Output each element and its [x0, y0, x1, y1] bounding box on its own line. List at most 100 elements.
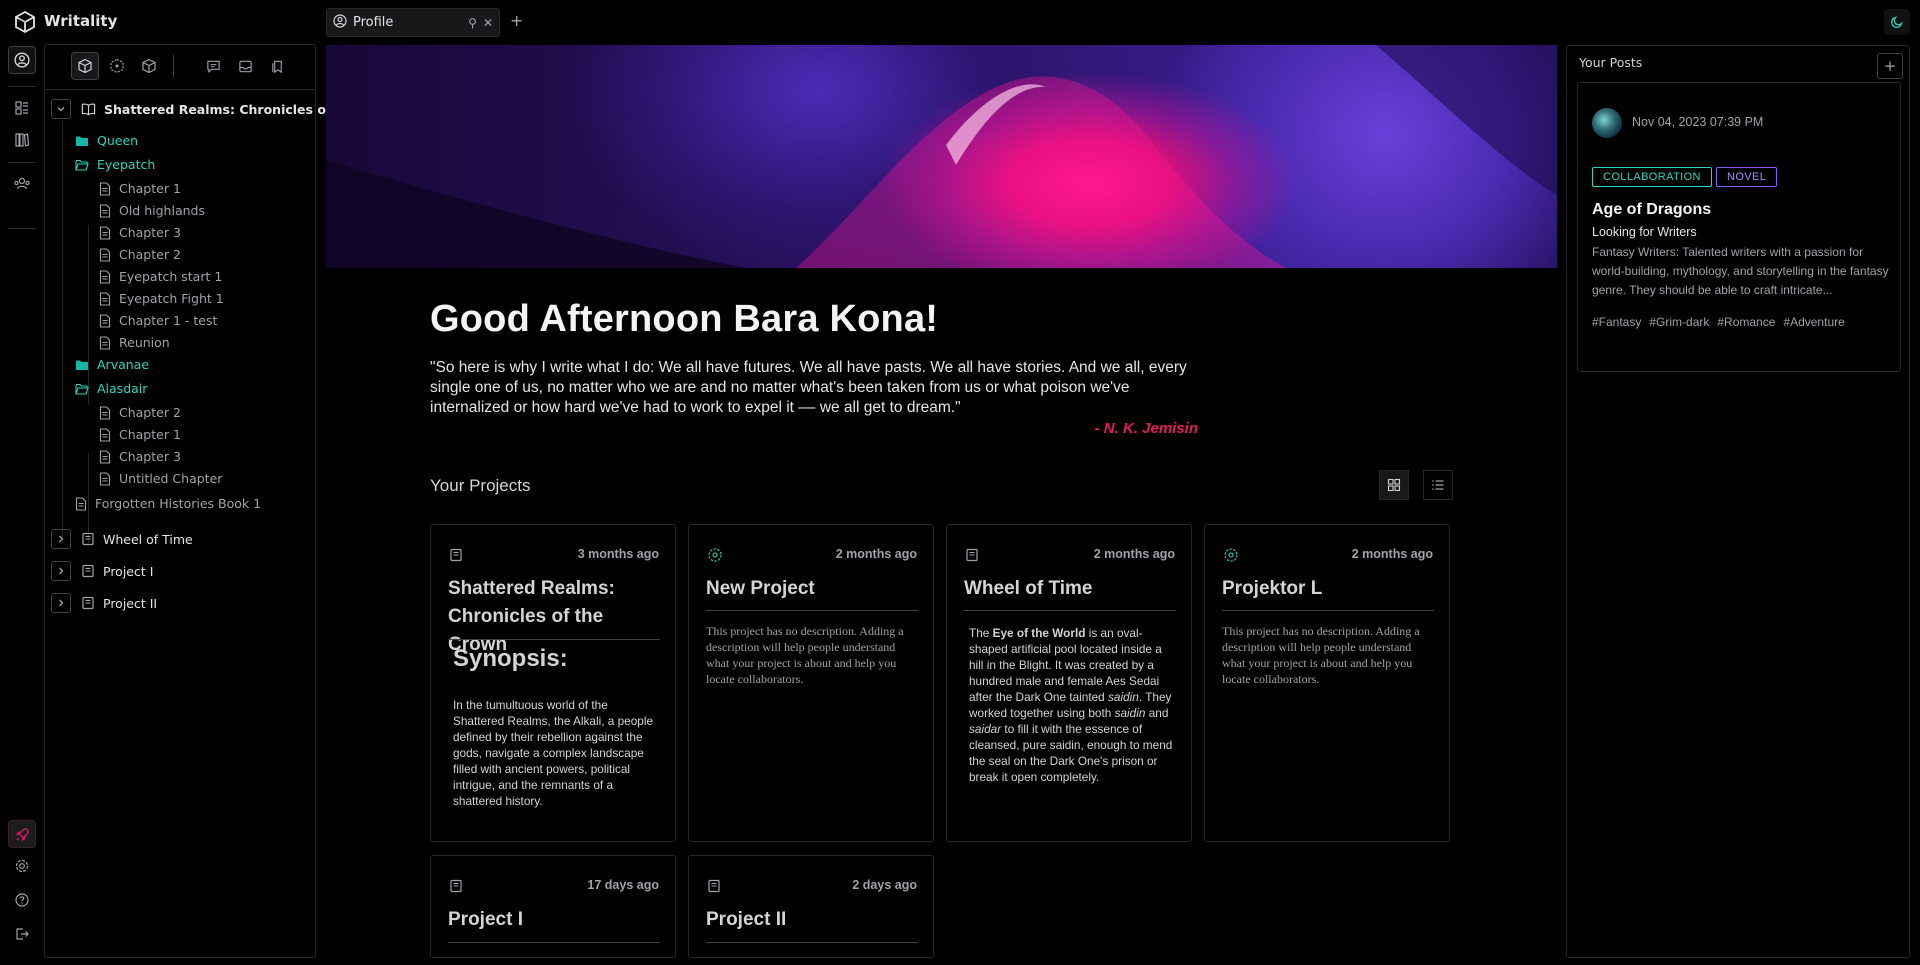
tree-folder[interactable]: Arvanae: [75, 357, 149, 372]
tree-item-label: Arvanae: [97, 357, 150, 372]
pin-icon[interactable]: ⚲: [468, 16, 477, 30]
rail-profile-button[interactable]: [8, 46, 36, 74]
chevron-right-icon[interactable]: [51, 561, 71, 581]
rail-divider: [8, 86, 36, 87]
close-icon[interactable]: ✕: [483, 16, 493, 30]
post-tag-novel: NOVEL: [1716, 167, 1778, 187]
list-icon: [1432, 480, 1444, 490]
tree-project-label: Wheel of Time: [103, 531, 193, 547]
list-view-button[interactable]: [1423, 470, 1453, 500]
book-icon: [81, 532, 95, 546]
file-icon: [99, 313, 111, 328]
bookmarks-icon: [271, 60, 282, 73]
file-icon: [99, 471, 111, 486]
card-timestamp: 17 days ago: [587, 878, 659, 892]
project-card[interactable]: 2 days ago Project II: [688, 855, 934, 958]
tree-file[interactable]: Chapter 3: [99, 449, 181, 464]
tree-project-label: Project II: [103, 595, 158, 611]
rail-help-button[interactable]: [8, 886, 36, 914]
card-description: This project has no description. Adding …: [1222, 624, 1420, 686]
tree-folder[interactable]: Alasdair: [75, 381, 147, 396]
avatar: [1592, 108, 1622, 138]
tree-project-project-ii[interactable]: Project II: [51, 593, 157, 613]
tree-folder[interactable]: Queen: [75, 133, 138, 148]
layout-list-icon: [15, 101, 28, 115]
rail-dashboard-button[interactable]: [8, 94, 36, 122]
theme-toggle-button[interactable]: [1884, 9, 1910, 35]
tree-file[interactable]: Chapter 1: [99, 427, 181, 442]
book-icon: [81, 596, 95, 610]
post-date: Nov 04, 2023 07:39 PM: [1632, 115, 1764, 129]
tree-file[interactable]: Old highlands: [99, 203, 205, 218]
grid-view-button[interactable]: [1379, 470, 1409, 500]
rail-community-button[interactable]: [8, 170, 36, 198]
project-card[interactable]: 2 months ago New Project This project ha…: [688, 524, 934, 842]
tree-item-label: Chapter 1: [119, 181, 181, 196]
rail-settings-button[interactable]: [8, 852, 36, 880]
tree-file[interactable]: Chapter 2: [99, 247, 181, 262]
projects-section-title: Your Projects: [430, 476, 531, 495]
toolbar-underline: [45, 89, 315, 90]
cube-plus-icon: [142, 58, 156, 74]
tree-file[interactable]: Chapter 1: [99, 181, 181, 196]
tree-item-label: Old highlands: [119, 203, 205, 218]
card-timestamp: 2 months ago: [1351, 547, 1433, 561]
users-icon: [14, 177, 30, 190]
project-card[interactable]: 3 months ago Shattered Realms: Chronicle…: [430, 524, 676, 842]
folder-icon: [75, 135, 89, 147]
card-divider: [706, 610, 918, 611]
rail-divider: [8, 162, 36, 163]
collab-icon: [707, 547, 723, 567]
explorer-chat-button[interactable]: [199, 52, 227, 80]
tree-file[interactable]: Forgotten Histories Book 1: [75, 496, 261, 511]
inbox-icon: [238, 60, 252, 72]
chevron-right-icon[interactable]: [51, 593, 71, 613]
rail-divider: [8, 228, 36, 229]
tree-file[interactable]: Reunion: [99, 335, 170, 350]
book-icon: [449, 878, 463, 897]
project-card[interactable]: 2 months ago Projektor L This project ha…: [1204, 524, 1450, 842]
chevron-right-icon[interactable]: [51, 529, 71, 549]
folder-open-icon: [75, 383, 89, 395]
chevron-down-icon[interactable]: [51, 99, 71, 119]
writality-logo-icon[interactable]: [12, 10, 38, 34]
tree-file[interactable]: Chapter 1 - test: [99, 313, 217, 328]
explorer-collab-button[interactable]: [103, 52, 131, 80]
explorer-bookmarks-button[interactable]: [263, 52, 291, 80]
file-icon: [99, 181, 111, 196]
post-description: Fantasy Writers: Talented writers with a…: [1592, 245, 1889, 297]
rail-logout-button[interactable]: [8, 920, 36, 948]
tree-file[interactable]: Eyepatch start 1: [99, 269, 222, 284]
tree-folder[interactable]: Eyepatch: [75, 157, 155, 172]
hashtag[interactable]: #Romance: [1717, 315, 1775, 329]
rail-library-button[interactable]: [8, 126, 36, 154]
hashtag[interactable]: #Fantasy: [1592, 315, 1641, 329]
card-divider: [448, 639, 660, 640]
tree-file[interactable]: Untitled Chapter: [99, 471, 222, 486]
rail-upgrade-button[interactable]: [8, 820, 36, 848]
tree-project-project-i[interactable]: Project I: [51, 561, 153, 581]
tree-guide: [88, 225, 89, 405]
tree-file[interactable]: Eyepatch Fight 1: [99, 291, 224, 306]
tab-profile[interactable]: Profile ⚲ ✕: [326, 8, 500, 37]
hashtag[interactable]: #Adventure: [1783, 315, 1844, 329]
project-card[interactable]: 17 days ago Project I: [430, 855, 676, 958]
new-tab-button[interactable]: +: [510, 11, 523, 30]
explorer-projects-button[interactable]: [71, 52, 99, 80]
explorer-shared-button[interactable]: [135, 52, 163, 80]
hashtag[interactable]: #Grim-dark: [1649, 315, 1709, 329]
inspirational-quote: "So here is why I write what I do: We al…: [430, 359, 1187, 416]
app-root: Writality Profile ⚲ ✕ + Shattered Realms…: [0, 0, 1920, 965]
tree-file[interactable]: Chapter 3: [99, 225, 181, 240]
card-divider: [706, 942, 918, 943]
add-post-button[interactable]: +: [1877, 53, 1903, 79]
tree-root-project[interactable]: Shattered Realms: Chronicles o...: [51, 99, 340, 119]
tree-file[interactable]: Chapter 2: [99, 405, 181, 420]
post-card[interactable]: Nov 04, 2023 07:39 PM COLLABORATION NOVE…: [1577, 82, 1901, 372]
project-card[interactable]: 2 months ago Wheel of Time The Eye of th…: [946, 524, 1192, 842]
explorer-inbox-button[interactable]: [231, 52, 259, 80]
tree-project-wheel-of-time[interactable]: Wheel of Time: [51, 529, 193, 549]
card-title: Project II: [706, 909, 787, 930]
card-divider: [1222, 610, 1434, 611]
cube-icon: [78, 58, 92, 74]
